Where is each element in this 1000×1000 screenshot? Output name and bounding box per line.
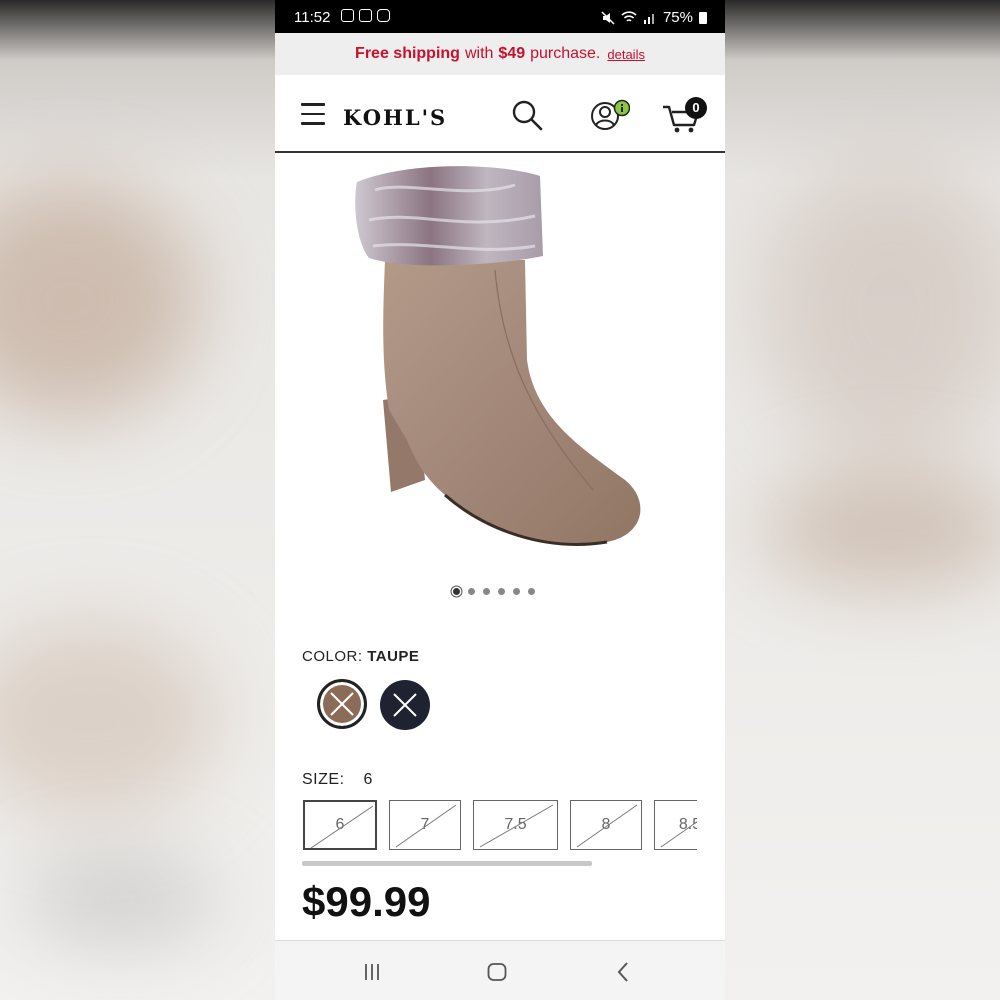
product-image[interactable] [345, 160, 665, 560]
size-selected-value: 6 [363, 771, 373, 788]
status-time: 11:52 [294, 9, 331, 26]
unavailable-x-icon [330, 692, 354, 716]
wifi-icon [621, 11, 637, 22]
size-option[interactable]: 7.5 [473, 800, 558, 850]
promo-amount: $49 [498, 45, 526, 62]
kohls-logo[interactable]: KOHL'S [343, 105, 447, 130]
promo-banner: Free shipping with $49 purchase. details [275, 33, 725, 75]
size-option[interactable]: 6 [303, 800, 377, 850]
gallery-dot[interactable] [483, 588, 490, 595]
gallery-dot[interactable] [453, 588, 460, 595]
battery-percent: 75% [662, 9, 693, 26]
gallery-dot[interactable] [528, 588, 535, 595]
battery-icon [699, 11, 707, 24]
size-option[interactable]: 8.5 [654, 800, 697, 850]
gallery-dot[interactable] [513, 588, 520, 595]
system-nav-bar [275, 940, 725, 1000]
account-icon[interactable] [590, 99, 630, 133]
size-label: SIZE: 6 [302, 771, 373, 789]
size-options-scroller[interactable]: 6 7 7.5 8 8.5 [303, 798, 697, 852]
mute-icon [601, 10, 615, 25]
color-selected-value: TAUPE [367, 648, 420, 665]
hamburger-menu-icon[interactable] [301, 103, 325, 125]
unavailable-x-icon [393, 693, 417, 717]
site-header: KOHL'S 0 [275, 75, 725, 153]
size-option[interactable]: 8 [570, 800, 642, 850]
gallery-dot[interactable] [468, 588, 475, 595]
gallery-dot[interactable] [498, 588, 505, 595]
back-icon[interactable] [615, 961, 631, 983]
promo-details-link[interactable]: details [607, 47, 645, 62]
message-icon [341, 9, 354, 22]
instagram-icon [377, 9, 390, 22]
search-icon[interactable] [511, 99, 543, 131]
color-label: COLOR: TAUPE [302, 648, 419, 665]
color-label-text: COLOR: [302, 648, 363, 665]
product-price: $99.99 [302, 878, 431, 925]
phone-screen: 11:52 75% Free shipping with $49 purchas… [275, 0, 725, 1000]
promo-end-text: purchase. [530, 45, 601, 62]
size-option[interactable]: 7 [389, 800, 461, 850]
color-swatch-navy[interactable] [380, 680, 430, 730]
status-bar: 11:52 75% [275, 0, 725, 33]
promo-bold-text: Free shipping [355, 45, 460, 62]
size-label-text: SIZE: [302, 771, 345, 788]
promo-mid-text: with [464, 45, 494, 62]
recent-apps-icon[interactable] [362, 963, 382, 981]
home-icon[interactable] [487, 963, 507, 981]
calendar-icon [359, 9, 372, 22]
notification-icons [341, 9, 390, 22]
cart-count-badge: 0 [685, 97, 707, 119]
gallery-pagination [453, 588, 535, 595]
size-scrollbar[interactable] [302, 861, 592, 866]
color-swatch-taupe[interactable] [317, 679, 367, 729]
signal-icon [643, 13, 654, 24]
system-icons: 75% [601, 9, 707, 26]
